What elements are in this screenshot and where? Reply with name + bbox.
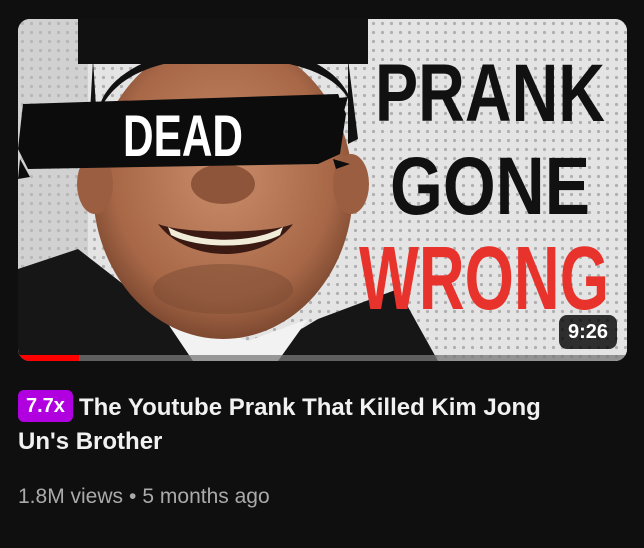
thumbnail-dead-text: DEAD — [123, 104, 243, 169]
thumbnail-wrong-text: WRONG — [359, 229, 609, 329]
video-thumbnail[interactable]: DEAD PRANK GONE WRONG 9:26 — [18, 19, 627, 361]
watch-progress-fill — [18, 355, 79, 361]
view-count: 1.8M views — [18, 485, 124, 508]
video-card[interactable]: DEAD PRANK GONE WRONG 9:26 7.7x The Youtu… — [0, 0, 644, 548]
thumbnail-artwork: DEAD PRANK GONE WRONG — [18, 19, 627, 361]
published-date: 5 months ago — [142, 485, 270, 508]
video-title-row[interactable]: 7.7x The Youtube Prank That Killed Kim Jo… — [18, 390, 598, 459]
thumbnail-prank-text: PRANK — [375, 48, 605, 139]
speed-badge: 7.7x — [18, 390, 73, 422]
watch-progress-bar — [18, 355, 627, 361]
thumbnail-gone-text: GONE — [390, 141, 590, 232]
video-metadata: 1.8M views • 5 months ago — [18, 485, 270, 509]
video-title[interactable]: The Youtube Prank That Killed Kim Jong U… — [18, 394, 541, 455]
duration-badge: 9:26 — [558, 315, 617, 349]
separator-dot: • — [129, 485, 137, 508]
